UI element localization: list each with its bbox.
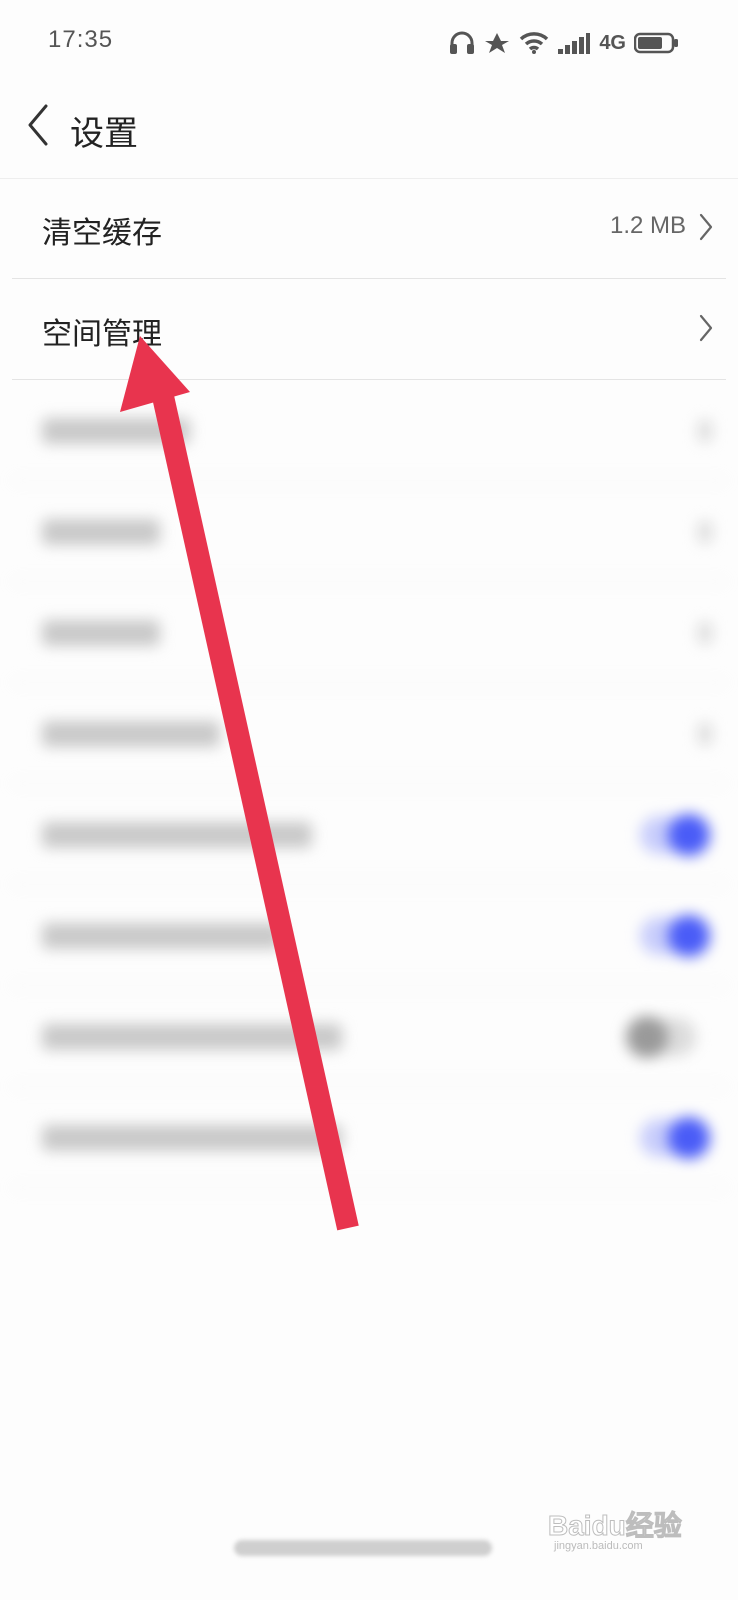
back-button[interactable] — [22, 100, 62, 160]
clear-cache-label: 清空缓存 — [42, 216, 162, 251]
fan-icon — [485, 33, 510, 53]
blurred-toggle-item — [12, 986, 726, 1087]
toggle-switch-off[interactable] — [626, 1016, 696, 1058]
blurred-label — [42, 418, 190, 444]
clear-cache-item[interactable]: 清空缓存 1.2 MB — [12, 178, 726, 279]
chevron-right-icon — [698, 420, 712, 442]
blurred-toggle-item — [12, 885, 726, 986]
toggle-switch-on[interactable] — [640, 814, 710, 856]
storage-management-item[interactable]: 空间管理 — [12, 279, 726, 380]
blurred-label — [42, 822, 312, 848]
blurred-label — [42, 620, 160, 646]
blurred-link-item[interactable] — [12, 683, 726, 784]
blurred-label — [42, 1125, 342, 1151]
chevron-left-icon — [28, 104, 48, 146]
status-bar: 17:35 4G — [0, 0, 738, 90]
wifi-icon — [520, 32, 549, 54]
blurred-toggle-item — [12, 784, 726, 885]
settings-list: 清空缓存 1.2 MB 空间管理 — [0, 178, 738, 1188]
chevron-right-icon — [699, 213, 713, 241]
blurred-settings — [0, 380, 738, 1188]
blurred-link-item[interactable] — [12, 380, 726, 481]
chevron-right-icon — [698, 723, 712, 745]
toggle-switch-on[interactable] — [640, 915, 710, 957]
blurred-label — [42, 923, 282, 949]
chevron-right-icon — [699, 314, 713, 342]
storage-management-label: 空间管理 — [42, 317, 162, 352]
chevron-right-icon — [698, 622, 712, 644]
blurred-link-item[interactable] — [12, 582, 726, 683]
network-type-label: 4G — [599, 31, 626, 54]
watermark-logo: Baidu经验 jingyan.baidu.com — [548, 1500, 698, 1560]
chevron-right-icon — [698, 521, 712, 543]
status-time: 17:35 — [48, 26, 114, 53]
blurred-link-item[interactable] — [12, 481, 726, 582]
headphones-icon — [450, 31, 475, 54]
blurred-label — [42, 721, 220, 747]
home-indicator[interactable] — [234, 1540, 492, 1556]
blurred-label — [42, 519, 160, 545]
signal-icon — [558, 33, 591, 54]
status-icons: 4G — [449, 28, 680, 58]
watermark-url: jingyan.baidu.com — [554, 1540, 643, 1552]
toggle-switch-on[interactable] — [640, 1117, 710, 1159]
watermark-brand: Baidu经验 — [548, 1510, 683, 1542]
blurred-toggle-item — [12, 1087, 726, 1188]
header: 设置 — [0, 90, 738, 179]
blurred-label — [42, 1024, 342, 1050]
battery-icon — [634, 32, 678, 54]
page-title: 设置 — [70, 114, 138, 154]
cache-size-value: 1.2 MB — [609, 212, 686, 239]
